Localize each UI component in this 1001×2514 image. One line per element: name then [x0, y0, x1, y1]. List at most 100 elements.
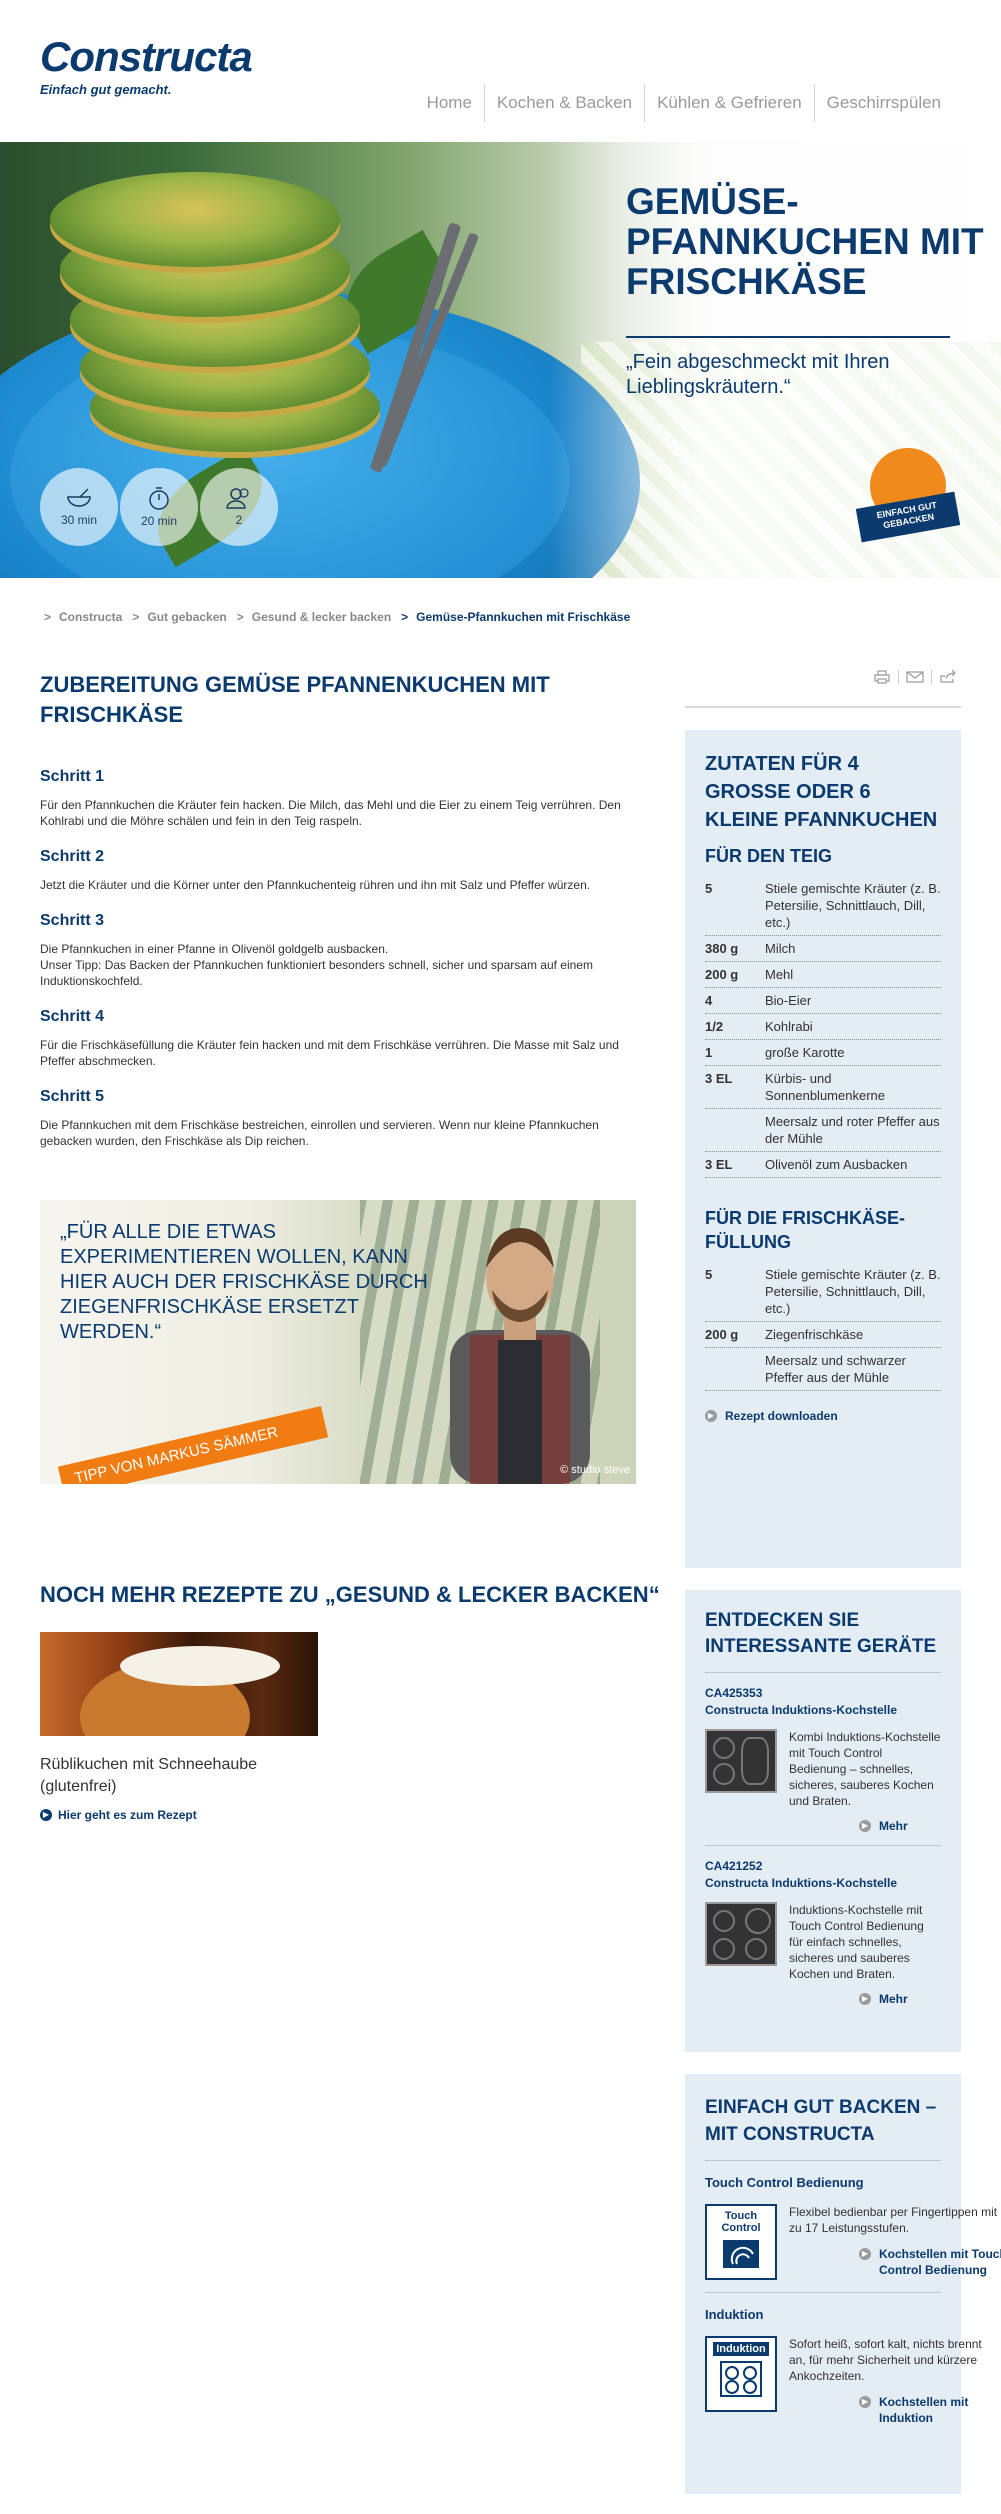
touch-control-icon: Touch Control — [705, 2204, 777, 2280]
ingredient-desc: Stiele gemischte Kräuter (z. B. Petersil… — [765, 881, 941, 930]
feature-row: Touch Control Flexibel bedienbar per Fin… — [705, 2204, 1001, 2280]
ingredient-qty: 200 g — [705, 1327, 739, 1342]
ingredients-title: ZUTATEN FÜR 4 GROSSE ODER 6 KLEINE PFANN… — [705, 753, 938, 831]
photo-credit: © studio steve — [560, 1464, 630, 1476]
cook-time-label: 20 min — [140, 514, 178, 528]
share-toolbar — [866, 670, 964, 684]
device-name[interactable]: Constructa Induktions-Kochstelle — [705, 1875, 941, 1892]
arrow-circle-icon: ▶ — [40, 1809, 52, 1821]
tip-quote: „FÜR ALLE DIE ETWAS EXPERIMENTIEREN WOLL… — [60, 1221, 428, 1343]
breadcrumb: > Constructa > Gut gebacken > Gesund & l… — [44, 610, 640, 624]
device-row: Induktions-Kochstelle mit Touch Control … — [705, 1902, 941, 2006]
ingredient-row: Meersalz und roter Pfeffer aus der Mühle — [705, 1109, 941, 1152]
print-icon[interactable] — [873, 670, 891, 684]
feature-link-label: Kochstellen mit Touch Control Bedienung — [879, 2247, 1001, 2277]
nav-kochen-backen[interactable]: Kochen & Backen — [483, 84, 644, 122]
einfach-gut-gebacken-badge: EINFACH GUT GEBACKEN — [855, 448, 961, 558]
devices-panel: ENTDECKEN SIE INTERESSANTE GERÄTE CA4253… — [685, 1590, 961, 2052]
download-recipe-link[interactable]: ▶ Rezept downloaden — [705, 1409, 941, 1423]
recipe-name[interactable]: Rüblikuchen mit Schneehaube (glutenfrei) — [40, 1754, 290, 1798]
filling-title: FÜR DIE FRISCHKÄSE-FÜLLUNG — [705, 1208, 906, 1252]
ingredient-row: 3 EL Kürbis- und Sonnenblumenkerne — [705, 1066, 941, 1109]
device-more-label: Mehr — [879, 1992, 908, 2006]
cooktop-image[interactable] — [705, 1729, 777, 1793]
stopwatch-icon — [149, 487, 169, 510]
ingredient-row: 5 Stiele gemischte Kräuter (z. B. Petersi… — [705, 1262, 941, 1322]
separator — [898, 670, 899, 684]
recipe-link[interactable]: ▶ Hier geht es zum Rezept — [40, 1808, 197, 1822]
cooktop-image[interactable] — [705, 1902, 777, 1966]
device-description: Kombi Induktions-Kochstelle mit Touch Co… — [789, 1730, 941, 1808]
step-4-text: Für die Frischkäsefüllung die Kräuter fe… — [40, 1038, 619, 1068]
step-1-title: Schritt 1 — [40, 768, 105, 785]
ingredient-desc: Bio-Eier — [765, 993, 812, 1008]
ingredients-panel: ZUTATEN FÜR 4 GROSSE ODER 6 KLEINE PFANN… — [685, 730, 961, 1568]
touch-wave-icon — [723, 2240, 759, 2268]
device-description: Induktions-Kochstelle mit Touch Control … — [789, 1903, 924, 1981]
ingredient-desc: Mehl — [765, 967, 794, 982]
step-3-title: Schritt 3 — [40, 912, 105, 929]
arrow-circle-icon: ▶ — [859, 2248, 871, 2260]
nav-geschirrspuelen[interactable]: Geschirrspülen — [813, 84, 953, 122]
share-icon[interactable] — [939, 670, 957, 684]
separator — [931, 670, 932, 684]
ingredient-row: Meersalz und schwarzer Pfeffer aus der M… — [705, 1348, 941, 1391]
download-recipe-label: Rezept downloaden — [725, 1409, 838, 1423]
ingredient-row: 380 g Milch — [705, 936, 941, 962]
arrow-circle-icon: ▶ — [859, 1820, 871, 1832]
breadcrumb-gesund-lecker[interactable]: Gesund & lecker backen — [252, 610, 391, 624]
cooktop-icon — [720, 2361, 762, 2397]
dough-title: FÜR DEN TEIG — [705, 846, 833, 866]
device-item-1: CA425353 Constructa Induktions-Kochstell… — [705, 1685, 941, 1833]
cook-time-badge: 20 min — [120, 468, 198, 546]
more-recipes-title: NOCH MEHR REZEPTE ZU „GESUND & LECKER BA… — [40, 1582, 660, 1607]
dough-list: 5 Stiele gemischte Kräuter (z. B. Petersi… — [705, 876, 941, 1178]
chevron-right-icon: > — [132, 610, 140, 624]
filling-list: 5 Stiele gemischte Kräuter (z. B. Petersi… — [705, 1262, 941, 1391]
feature-title: Induktion — [705, 2307, 764, 2322]
feature-link[interactable]: ▶ Kochstellen mit Induktion — [859, 2394, 999, 2426]
prep-time-badge: 30 min — [40, 468, 118, 546]
servings-label: 2 — [235, 513, 243, 527]
feature-description: Sofort heiß, sofort kalt, nichts brennt … — [789, 2337, 982, 2383]
nav-home[interactable]: Home — [415, 84, 484, 122]
logo-tagline: Einfach gut gemacht. — [40, 82, 172, 97]
ingredient-qty: 5 — [705, 1267, 713, 1282]
preparation-title: ZUBEREITUNG GEMÜSE PFANNENKUCHEN MIT FRI… — [40, 672, 550, 727]
step-4-title: Schritt 4 — [40, 1008, 105, 1025]
breadcrumb-current: Gemüse-Pfannkuchen mit Frischkäse — [416, 610, 631, 624]
ingredient-qty: 5 — [705, 881, 713, 896]
breadcrumb-constructa[interactable]: Constructa — [59, 610, 122, 624]
burner-ring — [745, 1908, 771, 1934]
nav-kuehlen-gefrieren[interactable]: Kühlen & Gefrieren — [644, 84, 814, 122]
feature-icon-label: Induktion — [713, 2342, 769, 2356]
hero-title: GEMÜSE-PFANNKUCHEN MIT FRISCHKÄSE — [626, 181, 984, 302]
ingredient-qty: 200 g — [705, 967, 739, 982]
device-more-link[interactable]: ▶ Mehr — [859, 1819, 941, 1833]
step-5-title: Schritt 5 — [40, 1088, 105, 1105]
feature-icon-label: Touch Control — [721, 2210, 761, 2234]
mail-icon[interactable] — [906, 670, 924, 684]
logo[interactable]: Constructa Einfach gut gemacht. — [40, 36, 253, 98]
device-name[interactable]: Constructa Induktions-Kochstelle — [705, 1702, 941, 1719]
breadcrumb-gut-gebacken[interactable]: Gut gebacken — [147, 610, 226, 624]
feature-link[interactable]: ▶ Kochstellen mit Touch Control Bedienun… — [859, 2246, 1001, 2278]
ingredient-row: 3 EL Olivenöl zum Ausbacken — [705, 1152, 941, 1178]
ingredient-row: 200 g Mehl — [705, 962, 941, 988]
feature-row: Induktion Sofort heiß, sofort kalt, nich… — [705, 2336, 982, 2426]
ingredient-qty: 4 — [705, 993, 713, 1008]
carrot-cake-image[interactable] — [40, 1632, 318, 1736]
ingredient-row: 1/2 Kohlrabi — [705, 1014, 941, 1040]
ingredient-desc: große Karotte — [765, 1045, 845, 1060]
recipe-link-label: Hier geht es zum Rezept — [58, 1808, 197, 1822]
frosting-shape — [120, 1646, 280, 1686]
feature-link-label: Kochstellen mit Induktion — [879, 2395, 969, 2425]
ingredient-desc: Meersalz und schwarzer Pfeffer aus der M… — [765, 1353, 906, 1385]
ingredient-desc: Meersalz und roter Pfeffer aus der Mühle — [765, 1114, 940, 1146]
ingredient-qty: 3 EL — [705, 1157, 733, 1172]
device-item-2: CA421252 Constructa Induktions-Kochstell… — [705, 1858, 941, 2006]
device-more-link[interactable]: ▶ Mehr — [859, 1992, 941, 2006]
ingredient-desc: Olivenöl zum Ausbacken — [765, 1157, 908, 1172]
ingredient-row: 5 Stiele gemischte Kräuter (z. B. Petersi… — [705, 876, 941, 936]
burner-ring — [713, 1763, 735, 1785]
